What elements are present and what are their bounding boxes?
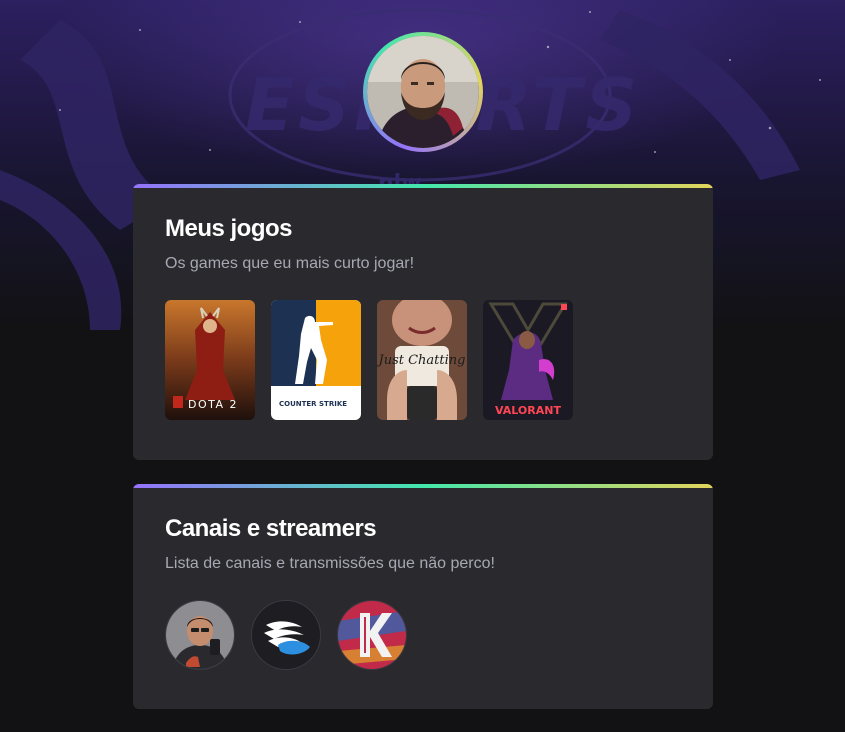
games-list: DOTA 2 COUNTER STRIKE Just Chatting VALO… xyxy=(165,300,681,420)
game-title: COUNTER STRIKE xyxy=(279,400,347,408)
channels-card-subtitle: Lista de canais e transmissões que não p… xyxy=(165,555,495,572)
just-chatting-cover-icon: Just Chatting xyxy=(377,300,467,420)
game-title: VALORANT xyxy=(495,404,561,417)
game-just-chatting[interactable]: Just Chatting xyxy=(377,300,467,420)
channel-k-logo[interactable] xyxy=(337,600,407,670)
games-card-subtitle: Os games que eu mais curto jogar! xyxy=(165,255,415,272)
channel-streamer-1[interactable] xyxy=(165,600,235,670)
streamer-avatar-photo-icon xyxy=(166,601,234,669)
profile-avatar xyxy=(367,36,479,148)
game-valorant[interactable]: VALORANT xyxy=(483,300,573,420)
games-card-title: Meus jogos xyxy=(165,215,293,242)
game-counter-strike[interactable]: COUNTER STRIKE xyxy=(271,300,361,420)
game-title: DOTA 2 xyxy=(188,398,238,411)
channel-winged-logo[interactable] xyxy=(251,600,321,670)
dota2-cover-icon: DOTA 2 xyxy=(165,300,255,420)
games-card: Meus jogos Os games que eu mais curto jo… xyxy=(133,184,713,460)
channels-card: Canais e streamers Lista de canais e tra… xyxy=(133,484,713,709)
game-title: Just Chatting xyxy=(377,353,465,368)
k-logo-icon xyxy=(338,601,406,669)
user-avatar-photo-icon xyxy=(367,36,479,148)
game-dota2[interactable]: DOTA 2 xyxy=(165,300,255,420)
winged-logo-icon xyxy=(252,601,320,669)
profile-avatar-ring[interactable] xyxy=(363,32,483,152)
channels-card-title: Canais e streamers xyxy=(165,515,377,542)
valorant-cover-icon: VALORANT xyxy=(483,300,573,420)
channels-list xyxy=(165,600,681,670)
counter-strike-cover-icon: COUNTER STRIKE xyxy=(271,300,361,420)
